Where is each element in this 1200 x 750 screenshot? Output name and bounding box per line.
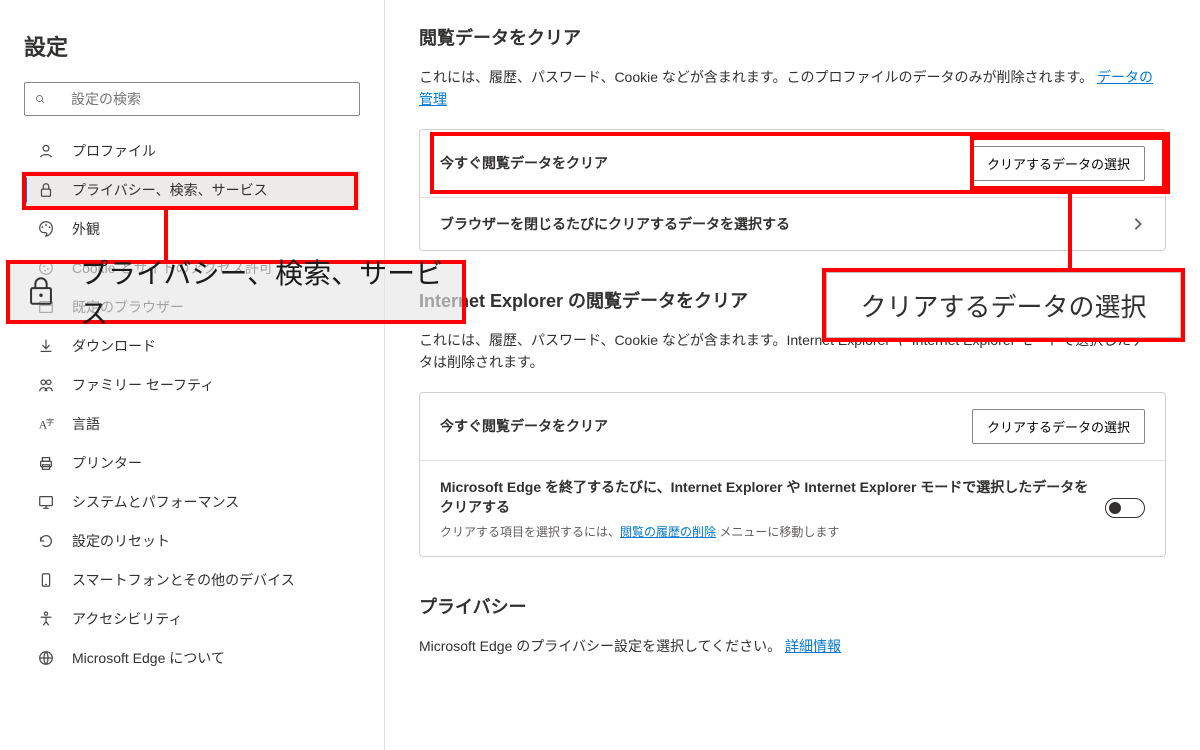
sidebar-item-lang[interactable]: A字言語 [24, 405, 360, 443]
privacy-desc: Microsoft Edge のプライバシー設定を選択してください。 詳細情報 [419, 635, 1166, 657]
sidebar-item-about[interactable]: Microsoft Edge について [24, 639, 360, 677]
search-input[interactable] [71, 91, 349, 107]
privacy-desc-text: Microsoft Edge のプライバシー設定を選択してください。 [419, 638, 781, 654]
annotation-privacy-label: プライバシー、検索、サービス [80, 252, 462, 332]
sidebar-item-label: 設定のリセット [72, 531, 170, 551]
sidebar-item-label: ダウンロード [72, 336, 156, 356]
access-icon [36, 609, 56, 629]
sidebar-item-access[interactable]: アクセシビリティ [24, 600, 360, 638]
clear-on-close-row[interactable]: ブラウザーを閉じるたびにクリアするデータを選択する [420, 197, 1165, 250]
sidebar-item-label: スマートフォンとその他のデバイス [72, 570, 295, 590]
ie-clear-on-exit-toggle[interactable] [1105, 498, 1145, 518]
privacy-more-link[interactable]: 詳細情報 [785, 638, 841, 654]
ie-choose-clear-data-button[interactable]: クリアするデータの選択 [972, 409, 1145, 444]
sidebar-item-family[interactable]: ファミリー セーフティ [24, 366, 360, 404]
clear-data-desc-text: これには、履歴、パスワード、Cookie などが含まれます。このプロファイルのデ… [419, 69, 1093, 85]
sidebar-item-label: プロファイル [72, 141, 156, 161]
printer-icon [36, 453, 56, 473]
ie-sub-suffix: メニューに移動します [716, 525, 839, 539]
system-icon [36, 492, 56, 512]
svg-text:字: 字 [46, 417, 54, 427]
sidebar-item-label: ファミリー セーフティ [72, 375, 214, 395]
ie-clear-card: 今すぐ閲覧データをクリア クリアするデータの選択 Microsoft Edge … [419, 392, 1166, 557]
ie-clear-on-exit-label: Microsoft Edge を終了するたびに、Internet Explore… [440, 477, 1093, 517]
ie-clear-on-exit-sub: クリアする項目を選択するには、閲覧の履歴の削除 メニューに移動します [440, 523, 1093, 540]
sidebar-item-label: Microsoft Edge について [72, 648, 225, 668]
settings-search-box[interactable] [24, 82, 360, 116]
clear-data-card: 今すぐ閲覧データをクリア クリアするデータの選択 ブラウザーを閉じるたびにクリア… [419, 129, 1166, 251]
lang-icon: A字 [36, 414, 56, 434]
family-icon [36, 375, 56, 395]
phone-icon [36, 570, 56, 590]
sidebar-item-lock[interactable]: プライバシー、検索、サービス [24, 171, 360, 209]
settings-nav: プロファイルプライバシー、検索、サービス外観Cookie とサイトのアクセス許可… [24, 132, 360, 677]
sidebar-item-label: 外観 [72, 219, 100, 239]
sidebar-item-reset[interactable]: 設定のリセット [24, 522, 360, 560]
sidebar-item-appearance[interactable]: 外観 [24, 210, 360, 248]
sidebar-item-phone[interactable]: スマートフォンとその他のデバイス [24, 561, 360, 599]
annotation-connector-2 [1068, 190, 1072, 270]
clear-data-title: 閲覧データをクリア [419, 24, 1166, 50]
delete-history-link[interactable]: 閲覧の履歴の削除 [620, 525, 716, 539]
settings-sidebar: 設定 プロファイルプライバシー、検索、サービス外観Cookie とサイトのアクセ… [0, 0, 385, 750]
sidebar-item-profile[interactable]: プロファイル [24, 132, 360, 170]
annotation-callout-privacy: プライバシー、検索、サービス [6, 260, 466, 324]
ie-clear-now-label: 今すぐ閲覧データをクリア [440, 416, 608, 436]
clear-data-desc: これには、履歴、パスワード、Cookie などが含まれます。このプロファイルのデ… [419, 66, 1166, 111]
about-icon [36, 648, 56, 668]
clear-now-row: 今すぐ閲覧データをクリア クリアするデータの選択 [420, 130, 1165, 197]
sidebar-item-label: アクセシビリティ [72, 609, 182, 629]
choose-clear-data-button[interactable]: クリアするデータの選択 [972, 146, 1145, 181]
settings-main: 閲覧データをクリア これには、履歴、パスワード、Cookie などが含まれます。… [385, 0, 1200, 750]
download-icon [36, 336, 56, 356]
annotation-callout-clear-button: クリアするデータの選択 [822, 268, 1185, 342]
clear-now-label: 今すぐ閲覧データをクリア [440, 153, 608, 173]
ie-clear-on-exit-left: Microsoft Edge を終了するたびに、Internet Explore… [440, 477, 1105, 540]
sidebar-item-download[interactable]: ダウンロード [24, 327, 360, 365]
privacy-title: プライバシー [419, 593, 1166, 619]
appearance-icon [36, 219, 56, 239]
sidebar-item-label: システムとパフォーマンス [72, 492, 239, 512]
settings-title: 設定 [24, 30, 360, 62]
lock-icon [36, 180, 56, 200]
reset-icon [36, 531, 56, 551]
profile-icon [36, 141, 56, 161]
sidebar-item-label: プライバシー、検索、サービス [72, 180, 268, 200]
sidebar-item-printer[interactable]: プリンター [24, 444, 360, 482]
search-icon [35, 89, 55, 109]
sidebar-item-label: 言語 [72, 414, 100, 434]
annotation-clear-label: クリアするデータの選択 [860, 287, 1146, 324]
ie-clear-now-row: 今すぐ閲覧データをクリア クリアするデータの選択 [420, 393, 1165, 460]
clear-on-close-label: ブラウザーを閉じるたびにクリアするデータを選択する [440, 214, 790, 234]
sidebar-item-label: プリンター [72, 453, 142, 473]
ie-sub-prefix: クリアする項目を選択するには、 [440, 525, 620, 539]
ie-clear-on-exit-row: Microsoft Edge を終了するたびに、Internet Explore… [420, 460, 1165, 556]
lock-icon [24, 274, 58, 311]
chevron-right-icon [1131, 217, 1145, 231]
sidebar-item-system[interactable]: システムとパフォーマンス [24, 483, 360, 521]
